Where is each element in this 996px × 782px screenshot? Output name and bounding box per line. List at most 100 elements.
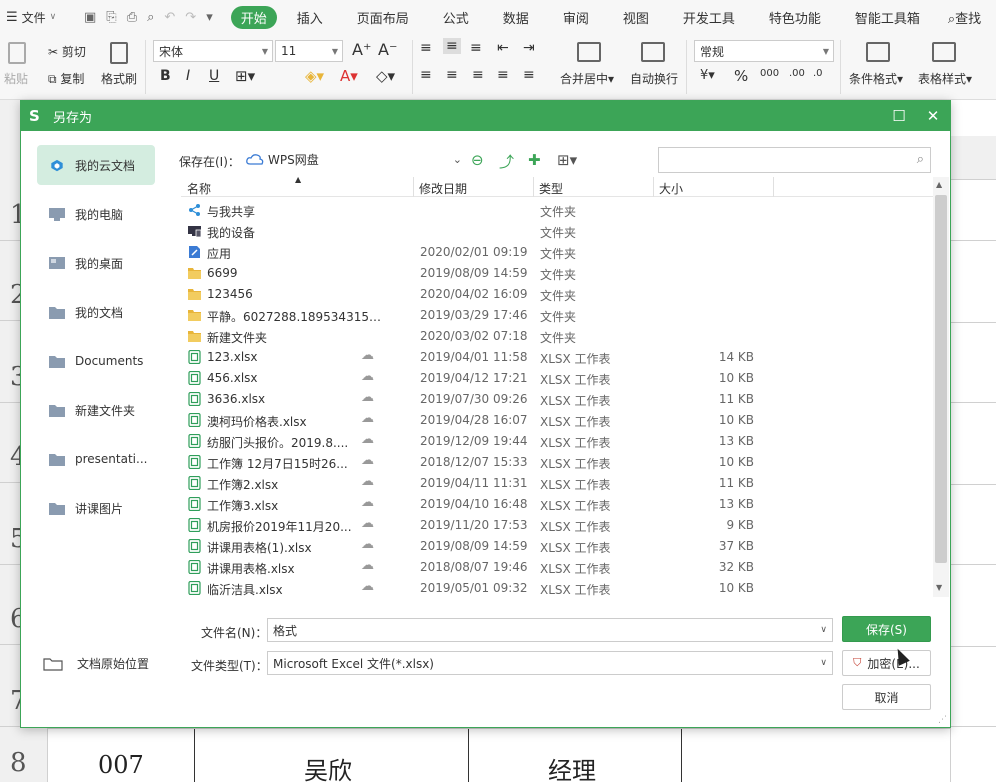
print-preview-icon[interactable]: ⌕ <box>147 10 154 25</box>
cut-button[interactable]: ✂ 剪切 <box>48 43 86 60</box>
file-menu[interactable]: ☰ 文件 ∨ <box>6 9 70 26</box>
new-folder-icon[interactable]: ✚ <box>528 151 541 169</box>
file-list-scrollbar[interactable]: ▲ ▼ <box>933 177 949 597</box>
scroll-down-icon[interactable]: ▼ <box>936 583 942 592</box>
save-in-select[interactable]: WPS网盘 ⌄ <box>246 147 466 171</box>
tab-5[interactable]: 审阅 <box>549 6 603 29</box>
font-name-select[interactable]: 宋体 ▼ <box>153 40 273 62</box>
wrap-text-button[interactable]: 自动换行 <box>630 70 678 87</box>
tab-2[interactable]: 页面布局 <box>343 6 423 29</box>
sidebar-item-2[interactable]: 我的桌面 <box>37 243 155 283</box>
tab-0[interactable]: 开始 <box>230 5 277 29</box>
original-location-item[interactable]: 文档原始位置 <box>43 655 149 672</box>
format-painter-button[interactable]: 格式刷 <box>101 70 137 87</box>
encrypt-button[interactable]: ⛉ 加密(E)... <box>842 650 931 676</box>
sidebar-item-7[interactable]: 讲课图片 <box>37 488 155 528</box>
italic-button[interactable]: I <box>186 68 190 84</box>
print-icon[interactable]: ⎙ <box>127 10 137 25</box>
file-row[interactable]: 123.xlsx ☁ 2019/04/01 11:58 XLSX 工作表 14 KB <box>181 347 933 368</box>
file-row[interactable]: 123456 2020/04/02 16:09 文件夹 <box>181 284 933 305</box>
sidebar-item-4[interactable]: Documents <box>37 341 155 381</box>
cell-name[interactable]: 吴欣 <box>304 751 352 782</box>
eraser-icon[interactable]: ◇▾ <box>376 67 395 85</box>
conditional-format-icon[interactable] <box>866 42 890 62</box>
save-button[interactable]: 保存(S) <box>842 616 931 642</box>
font-color-icon[interactable]: A▾ <box>340 67 358 85</box>
undo-icon[interactable]: ↶ <box>164 10 175 25</box>
fill-color-icon[interactable]: ◈▾ <box>305 67 324 85</box>
sidebar-item-0[interactable]: 我的云文档 <box>37 145 155 185</box>
file-row[interactable]: 纺服门头报价。2019.8.... ☁ 2019/12/09 19:44 XLSX 工… <box>181 431 933 452</box>
table-style-button[interactable]: 表格样式▾ <box>918 70 972 87</box>
view-grid-icon[interactable]: ⊞▾ <box>557 151 577 169</box>
close-icon[interactable]: ✕ <box>916 101 950 131</box>
currency-icon[interactable]: ¥▾ <box>700 68 715 83</box>
tab-8[interactable]: 特色功能 <box>755 6 835 29</box>
file-row[interactable]: 临沂洁具.xlsx ☁ 2019/05/01 09:32 XLSX 工作表 10 KB <box>181 578 933 599</box>
font-increase-icon[interactable]: A⁺ <box>352 40 371 59</box>
align-center-icon[interactable]: ≡ <box>446 67 458 83</box>
tab-7[interactable]: 开发工具 <box>669 6 749 29</box>
align-top-icon[interactable]: ≡ <box>420 40 432 56</box>
column-type-header[interactable]: 类型 <box>539 180 563 197</box>
tab-4[interactable]: 数据 <box>489 6 543 29</box>
up-folder-icon[interactable]: ⤴ <box>499 151 514 172</box>
cell-id[interactable]: 007 <box>98 751 144 779</box>
file-row[interactable]: 讲课用表格.xlsx ☁ 2018/08/07 19:46 XLSX 工作表 32 KB <box>181 557 933 578</box>
column-date-header[interactable]: 修改日期 <box>419 180 467 197</box>
justify-icon[interactable]: ≡ <box>497 67 509 83</box>
format-painter-icon[interactable] <box>110 42 128 64</box>
file-row[interactable]: 工作簿3.xlsx ☁ 2019/04/10 16:48 XLSX 工作表 13 KB <box>181 494 933 515</box>
indent-increase-icon[interactable]: ⇥ <box>523 40 535 56</box>
resize-grip-icon[interactable]: ⋰ <box>938 715 947 725</box>
tab-1[interactable]: 插入 <box>283 6 337 29</box>
back-icon[interactable]: ⊖ <box>471 151 484 169</box>
filename-input[interactable]: 格式 ∨ <box>267 618 833 642</box>
row-header[interactable]: 8 <box>0 748 48 778</box>
tab-3[interactable]: 公式 <box>429 6 483 29</box>
scroll-thumb[interactable] <box>935 195 947 563</box>
file-row[interactable]: 澳柯玛价格表.xlsx ☁ 2019/04/28 16:07 XLSX 工作表 10 K… <box>181 410 933 431</box>
increase-decimal-icon[interactable]: .00 <box>789 68 805 79</box>
cell-title[interactable]: 经理 <box>548 751 596 782</box>
file-row[interactable]: 应用 2020/02/01 09:19 文件夹 <box>181 242 933 263</box>
file-row[interactable]: 工作簿2.xlsx ☁ 2019/04/11 11:31 XLSX 工作表 11 KB <box>181 473 933 494</box>
paste-button[interactable]: 粘贴 <box>4 70 28 87</box>
maximize-icon[interactable]: ☐ <box>882 101 916 131</box>
align-bottom-icon[interactable]: ≡ <box>470 40 482 56</box>
distribute-icon[interactable]: ≡ <box>523 67 535 83</box>
tab-9[interactable]: 智能工具箱 <box>841 6 934 29</box>
file-row[interactable]: 我的设备 文件夹 <box>181 221 933 242</box>
filetype-select[interactable]: Microsoft Excel 文件(*.xlsx) ∨ <box>267 651 833 675</box>
bold-button[interactable]: B <box>160 68 171 84</box>
merge-center-button[interactable]: 合并居中▾ <box>560 70 614 87</box>
column-name-header[interactable]: 名称 <box>187 180 211 197</box>
scroll-up-icon[interactable]: ▲ <box>936 180 942 189</box>
number-format-select[interactable]: 常规 ▼ <box>694 40 834 62</box>
file-row[interactable]: 工作簿 12月7日15时26... ☁ 2018/12/07 15:33 XLSX 工… <box>181 452 933 473</box>
paste-icon[interactable] <box>8 42 26 64</box>
file-row[interactable]: 456.xlsx ☁ 2019/04/12 17:21 XLSX 工作表 10 KB <box>181 368 933 389</box>
sidebar-item-5[interactable]: 新建文件夹 <box>37 390 155 430</box>
cancel-button[interactable]: 取消 <box>842 684 931 710</box>
thousands-icon[interactable]: 000 <box>760 68 779 79</box>
font-size-select[interactable]: 11 ▼ <box>275 40 343 62</box>
file-row[interactable]: 新建文件夹 2020/03/02 07:18 文件夹 <box>181 326 933 347</box>
align-right-icon[interactable]: ≡ <box>472 67 484 83</box>
align-left-icon[interactable]: ≡ <box>420 67 432 83</box>
file-row[interactable]: 平静。6027288.18953431599的文... 2019/03/29 17… <box>181 305 933 326</box>
decrease-decimal-icon[interactable]: .0 <box>813 68 823 79</box>
file-row[interactable]: 3636.xlsx ☁ 2019/07/30 09:26 XLSX 工作表 11 KB <box>181 389 933 410</box>
font-decrease-icon[interactable]: A⁻ <box>378 40 397 59</box>
ribbon-search[interactable]: ⌕查找 <box>948 8 981 27</box>
align-middle-icon[interactable]: ≡ <box>443 38 461 54</box>
sidebar-item-6[interactable]: presentati... <box>37 439 155 479</box>
search-input[interactable]: ⌕ <box>658 147 931 173</box>
percent-icon[interactable]: % <box>734 67 748 85</box>
file-row[interactable]: 6699 2019/08/09 14:59 文件夹 <box>181 263 933 284</box>
file-row[interactable]: 讲课用表格(1).xlsx ☁ 2019/08/09 14:59 XLSX 工作表 37… <box>181 536 933 557</box>
table-style-icon[interactable] <box>932 42 956 62</box>
format-icon[interactable]: ⎘ <box>106 10 116 25</box>
conditional-format-button[interactable]: 条件格式▾ <box>849 70 903 87</box>
save-icon[interactable]: ▣ <box>84 10 96 25</box>
